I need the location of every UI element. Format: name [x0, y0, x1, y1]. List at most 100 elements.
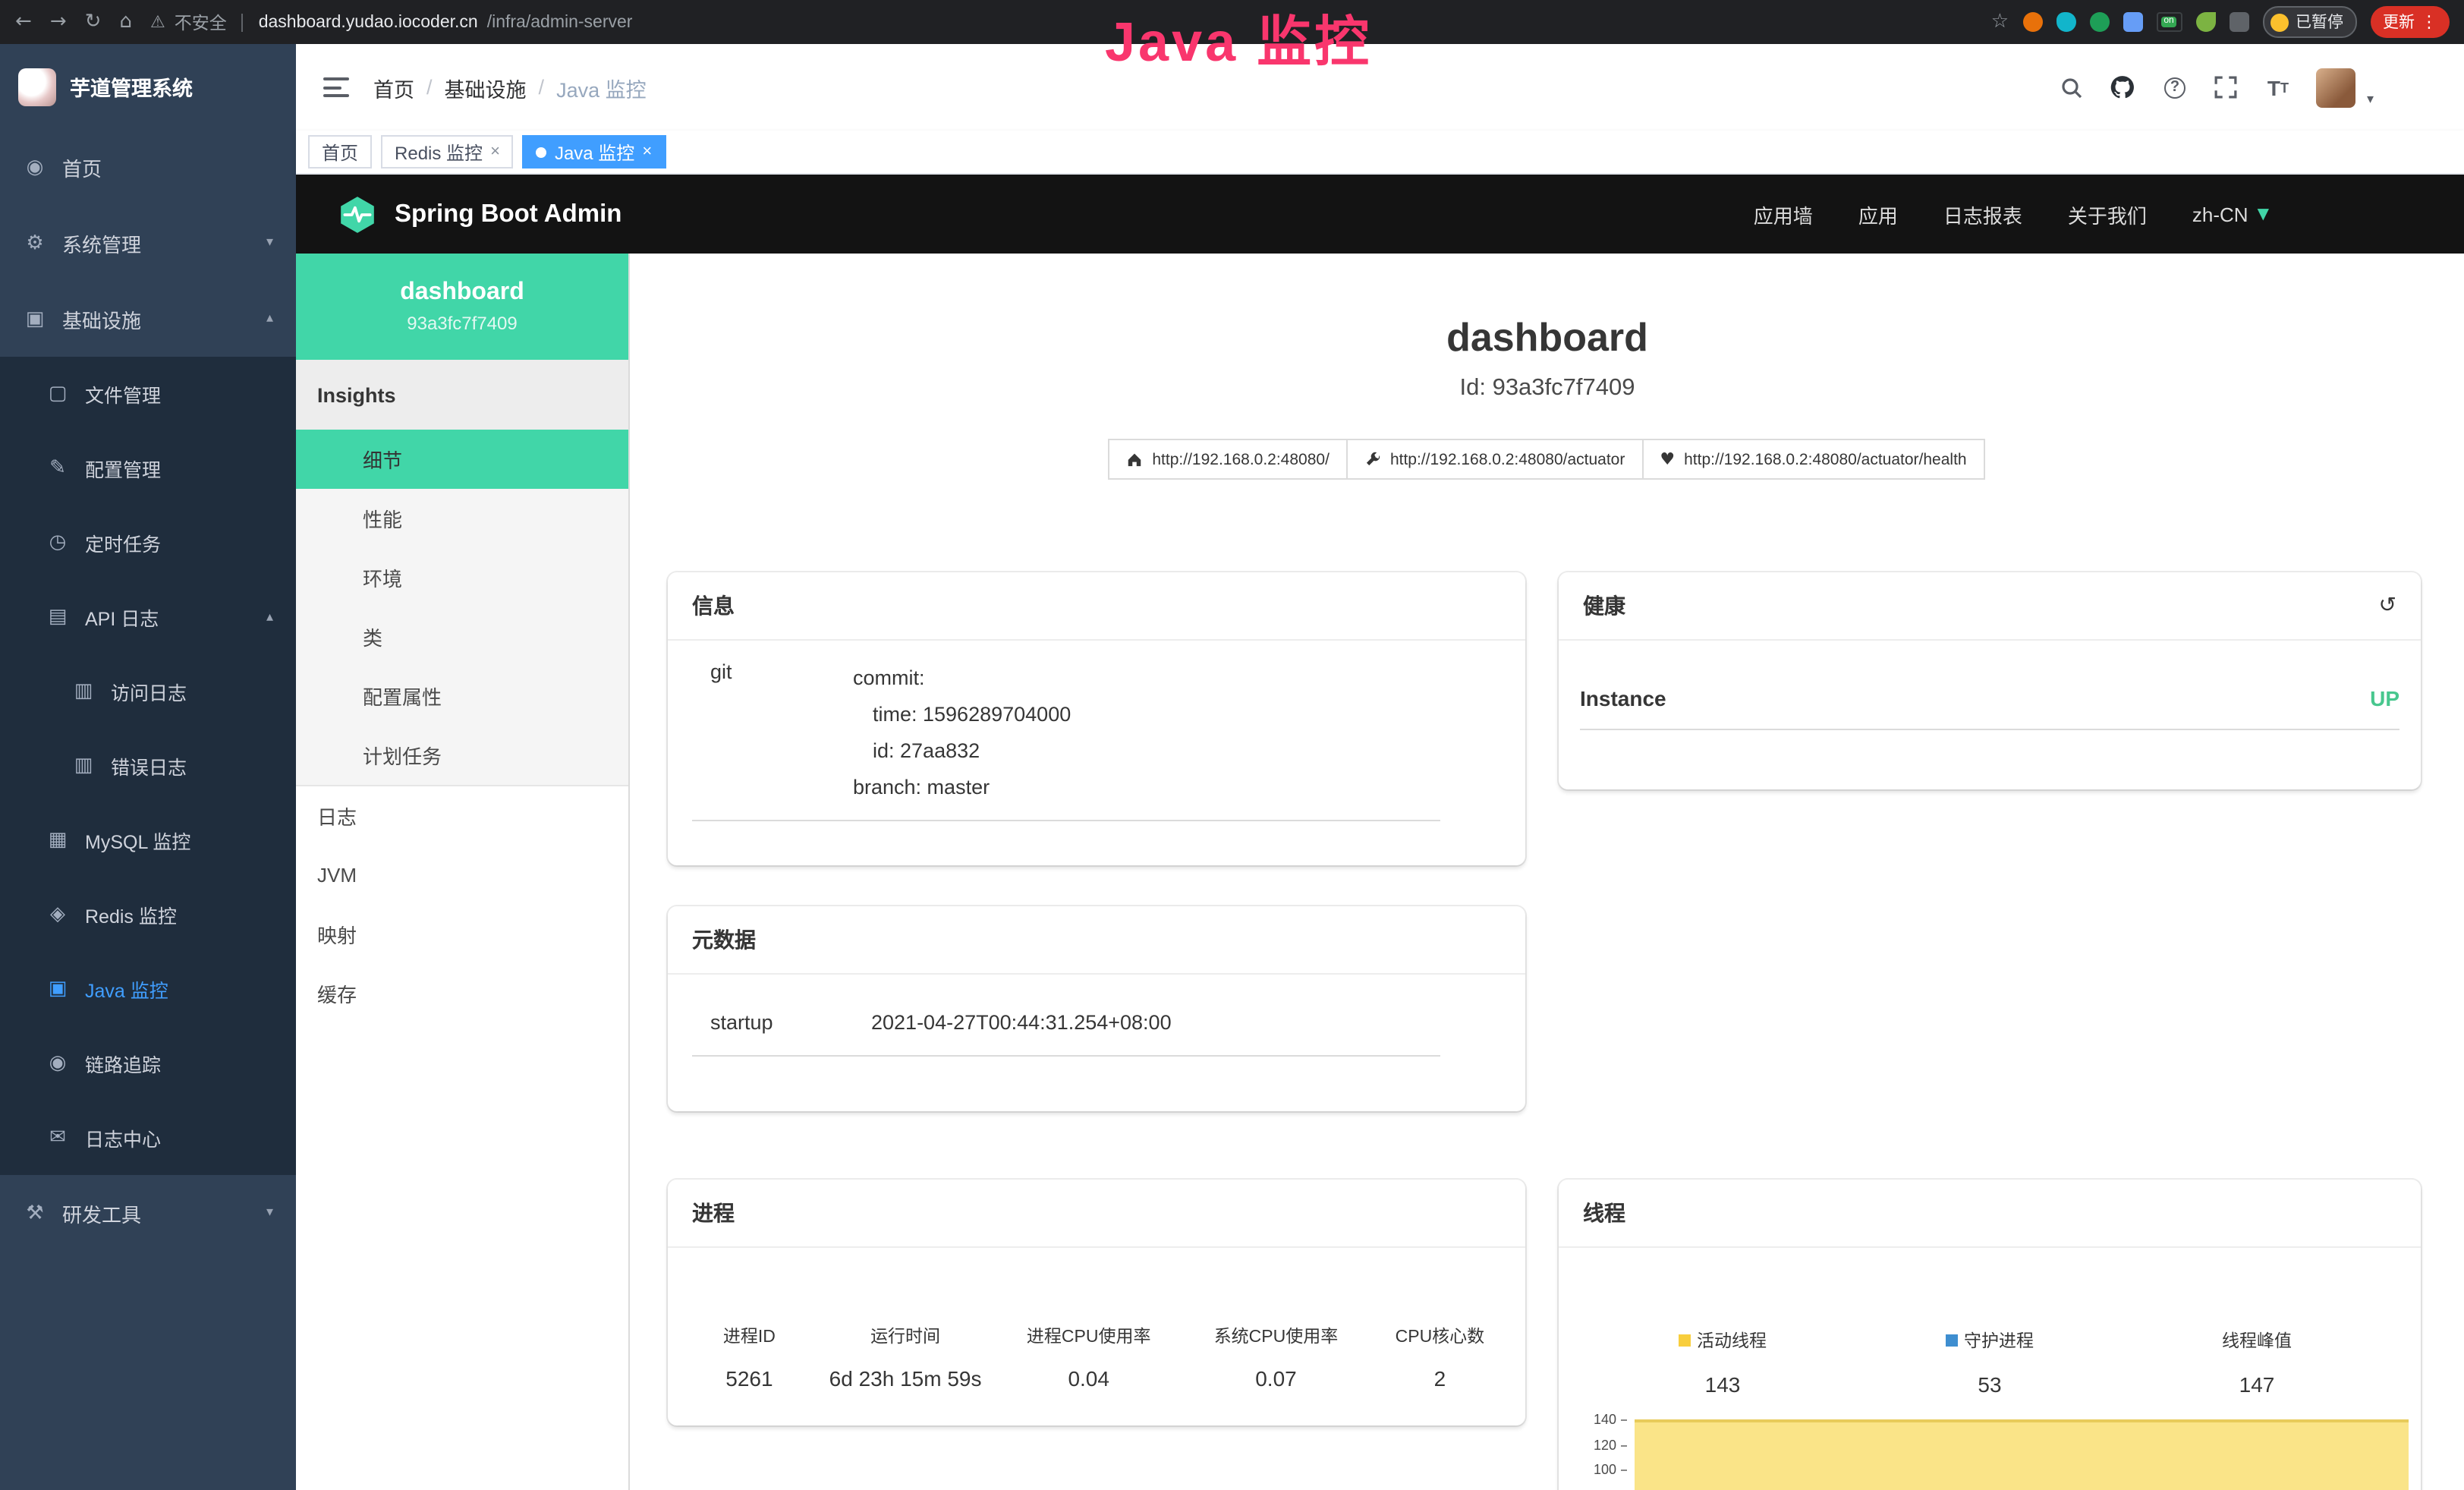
breadcrumb-home[interactable]: 首页	[373, 72, 414, 102]
emoji-icon	[2270, 13, 2288, 31]
file-icon: ▢	[46, 383, 70, 405]
github-icon[interactable]	[2110, 74, 2136, 100]
sba-main: dashboard Id: 93a3fc7f7409 http://192.16…	[630, 254, 2464, 1490]
sidebar-item-infrastructure[interactable]: ▣ 基础设施 ▴	[0, 281, 296, 357]
cell-value: 6d 23h 15m 59s	[816, 1366, 996, 1391]
sba-item-jvm[interactable]: JVM	[296, 846, 628, 905]
sba-instance-header[interactable]: dashboard 93a3fc7f7409	[296, 254, 628, 360]
sidebar-item-log-center[interactable]: ✉ 日志中心	[0, 1101, 296, 1175]
monitor-icon: ▣	[23, 307, 47, 330]
sidebar-item-dev-tools[interactable]: ⚒ 研发工具 ▾	[0, 1175, 296, 1251]
sba-item-logs[interactable]: 日志	[296, 786, 628, 846]
sidebar-item-link-tracing[interactable]: ◉ 链路追踪	[0, 1026, 296, 1101]
extension-grid-icon[interactable]	[2123, 12, 2142, 32]
sba-nav-wallboard[interactable]: 应用墙	[1754, 200, 1813, 228]
extension-leaf-icon[interactable]	[2195, 12, 2215, 32]
health-url-link[interactable]: ♥ http://192.168.0.2:48080/actuator/heal…	[1641, 439, 1984, 480]
sidebar-item-error-logs[interactable]: ▥ 错误日志	[0, 729, 296, 803]
sidebar-item-config-mgmt[interactable]: ✎ 配置管理	[0, 431, 296, 506]
hamburger-icon[interactable]	[323, 77, 349, 97]
sba-brand[interactable]: Spring Boot Admin	[395, 200, 622, 228]
tick-mark	[1621, 1419, 1627, 1420]
sidebar-item-java-monitor[interactable]: ▣ Java 监控	[0, 952, 296, 1026]
error-log-icon: ▥	[71, 754, 96, 777]
mysql-icon: ▦	[46, 829, 70, 852]
sba-nav-journal[interactable]: 日志报表	[1943, 200, 2022, 228]
history-icon[interactable]: ↺	[2379, 594, 2396, 618]
link-label: http://192.168.0.2:48080/	[1152, 450, 1330, 468]
sidebar-item-redis-monitor[interactable]: ◈ Redis 监控	[0, 877, 296, 952]
close-icon[interactable]: ×	[642, 143, 652, 161]
cell-value: 2	[1370, 1366, 1510, 1391]
extension-drop-icon[interactable]	[2056, 12, 2075, 32]
sidebar-item-mysql-monitor[interactable]: ▦ MySQL 监控	[0, 803, 296, 877]
search-icon[interactable]	[2059, 74, 2085, 100]
paused-badge[interactable]: 已暂停	[2262, 6, 2357, 38]
reload-icon[interactable]: ↻	[85, 11, 102, 33]
info-card-body: git commit: time: 1596289704000 id: 27aa…	[668, 641, 1525, 821]
tick-label: 140	[1580, 1412, 1616, 1427]
extension-puzzle-icon[interactable]	[2229, 12, 2248, 32]
tab-label: Redis 监控	[395, 139, 483, 165]
breadcrumb-separator: /	[539, 76, 545, 99]
forward-icon[interactable]: →	[50, 11, 67, 33]
edit-icon: ✎	[46, 457, 70, 480]
legend-value: 53	[1856, 1372, 2123, 1397]
sba-item-scheduled-tasks[interactable]: 计划任务	[296, 726, 628, 785]
redis-icon: ◈	[46, 903, 70, 926]
sidebar-item-label: 首页	[62, 153, 102, 181]
close-icon[interactable]: ×	[490, 143, 500, 161]
sba-nav-about[interactable]: 关于我们	[2068, 200, 2147, 228]
tab-java-monitor[interactable]: Java 监控 ×	[523, 135, 666, 169]
tab-home[interactable]: 首页	[308, 135, 372, 169]
sba-nav-applications[interactable]: 应用	[1858, 200, 1898, 228]
sidebar-item-access-logs[interactable]: ▥ 访问日志	[0, 654, 296, 729]
sba-item-mappings[interactable]: 映射	[296, 905, 628, 964]
breadcrumb-infrastructure[interactable]: 基础设施	[445, 72, 527, 102]
fullscreen-icon[interactable]	[2214, 74, 2239, 100]
sba-item-config-props[interactable]: 配置属性	[296, 666, 628, 726]
extension-check-icon[interactable]	[2089, 12, 2109, 32]
sba-section-insights[interactable]: Insights	[296, 360, 628, 430]
column-header: 进程ID	[683, 1324, 816, 1348]
avatar-caret-icon: ▾	[2367, 92, 2374, 107]
info-key: git	[692, 660, 853, 806]
browser-menu-icon[interactable]: ⋮	[2421, 12, 2437, 32]
sba-item-metrics[interactable]: 性能	[296, 489, 628, 548]
dashboard-icon: ◉	[23, 156, 47, 178]
sidebar-item-scheduled-tasks[interactable]: ◷ 定时任务	[0, 506, 296, 580]
threads-card-header: 线程	[1559, 1180, 2421, 1248]
sidebar-item-file-mgmt[interactable]: ▢ 文件管理	[0, 357, 296, 431]
actuator-url-link[interactable]: http://192.168.0.2:48080/actuator	[1346, 439, 1643, 480]
info-card-header: 信息	[668, 572, 1525, 641]
address-bar[interactable]: ⚠ 不安全 dashboard.yudao.iocoder.cn/infra/a…	[150, 10, 633, 34]
sidebar-item-system-mgmt[interactable]: ⚙ 系统管理 ▾	[0, 205, 296, 281]
topbar: 首页 / 基础设施 / Java 监控 ? TT ▾	[296, 44, 2464, 131]
sba-item-caches[interactable]: 缓存	[296, 964, 628, 1023]
process-col-uptime: 运行时间 6d 23h 15m 59s	[816, 1324, 996, 1391]
page-title: dashboard	[630, 314, 2464, 361]
update-button[interactable]: 更新⋮	[2371, 6, 2450, 38]
sba-item-details[interactable]: 细节	[296, 430, 628, 489]
extension-on-badge[interactable]: on	[2156, 12, 2182, 32]
tab-redis-monitor[interactable]: Redis 监控 ×	[381, 135, 514, 169]
sidebar-item-api-logs[interactable]: ▤ API 日志 ▴	[0, 580, 296, 654]
info-card: 信息 git commit: time: 1596289704000 id: 2…	[668, 572, 1525, 865]
extension-fox-icon[interactable]	[2022, 12, 2042, 32]
service-url-link[interactable]: http://192.168.0.2:48080/	[1108, 439, 1348, 480]
font-size-icon[interactable]: TT	[2265, 74, 2291, 100]
sba-item-classes[interactable]: 类	[296, 607, 628, 666]
chevron-down-icon: ▾	[266, 235, 273, 250]
active-dot	[537, 146, 547, 157]
breadcrumb: 首页 / 基础设施 / Java 监控	[373, 72, 647, 102]
browser-home-icon[interactable]: ⌂	[119, 11, 132, 33]
legend-label: 守护进程	[1946, 1328, 2034, 1353]
back-icon[interactable]: ←	[15, 11, 32, 33]
breadcrumb-current: Java 监控	[556, 72, 647, 102]
locale-selector[interactable]: zh-CN ▼	[2192, 203, 2269, 225]
help-icon[interactable]: ?	[2162, 74, 2188, 100]
sidebar-item-home[interactable]: ◉ 首页	[0, 129, 296, 205]
avatar[interactable]	[2317, 68, 2356, 107]
sba-item-environment[interactable]: 环境	[296, 548, 628, 607]
bookmark-star-icon[interactable]: ☆	[1991, 11, 2009, 33]
